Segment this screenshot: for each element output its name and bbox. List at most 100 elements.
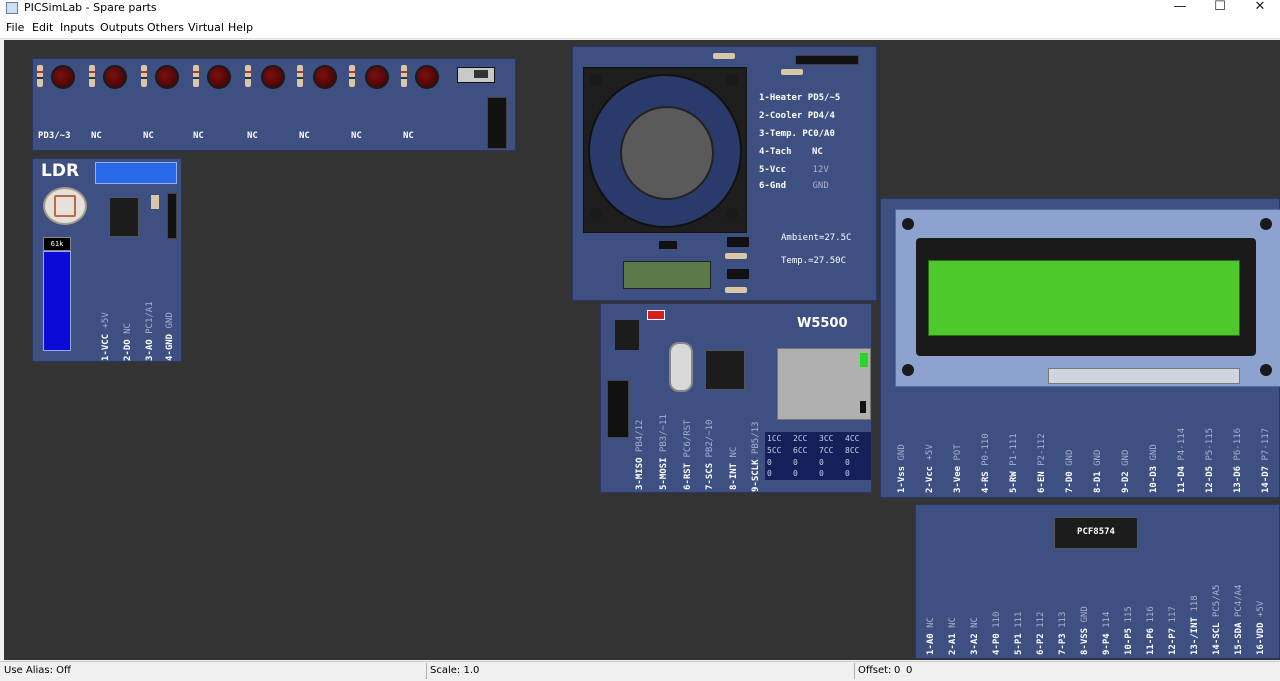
menu-bar: File Edit Inputs Outputs Others Virtual … [0,18,1280,39]
led-label: PD3/~3 [38,131,71,141]
socket-value: 0 [793,458,798,467]
workspace[interactable]: PD3/~3 NC NC NC NC NC NC NC LDR 61k 1-VC… [4,40,1280,660]
socket-header: 8CC [845,446,860,455]
led-4[interactable] [207,65,231,89]
resistor [781,69,803,75]
ldr-board[interactable]: LDR 61k 1-VCC +5V 2-DO NC 3-AO PC1/A1 4-… [32,158,182,362]
led-1[interactable] [51,65,75,89]
led-3[interactable] [155,65,179,89]
led-bar-board[interactable]: PD3/~3 NC NC NC NC NC NC NC [32,58,516,151]
pcf-pin-15: 15-SDA PC4/A4 [1234,584,1244,655]
menu-help[interactable]: Help [228,21,253,34]
pcf8574-board[interactable]: PCF8574 1-A0 NC 2-A1 NC 3-A2 NC 4-P0 110… [915,504,1280,659]
led-label: NC [143,131,154,141]
lcd-pin-1: 1-Vss GND [897,444,907,493]
menu-file[interactable]: File [6,21,24,34]
ldr-light-slider[interactable] [43,251,71,351]
resistor [725,253,747,259]
offset-label: Offset: [858,665,892,676]
pin-header [607,380,629,438]
socket-value: 0 [845,469,850,478]
resistor [37,65,43,87]
w5500-title: W5500 [797,316,848,331]
led-label: NC [91,131,102,141]
menu-virtual[interactable]: Virtual [188,21,224,34]
w5500-pin-3: 3-MISO PB4/12 [635,419,645,490]
fan-pin-4: 4-Tach NC [759,147,823,157]
lcd-pin-4: 4-RS P0-110 [981,433,991,493]
socket-header: 2CC [793,434,808,443]
lcd-pin-10: 10-D3 GND [1149,444,1159,493]
led-label: NC [351,131,362,141]
lcd-pin-3: 3-Vee POT [953,444,963,493]
pin-header [167,193,177,239]
slide-switch[interactable] [457,67,495,83]
resistor [193,65,199,87]
menu-outputs[interactable]: Outputs [100,21,144,34]
ldr-pin-4: 4-GND GND [165,312,175,361]
pcf-pin-9: 9-P4 114 [1102,611,1112,655]
menu-edit[interactable]: Edit [32,21,53,34]
fan-pin-2: 2-Cooler PD4/4 [759,111,835,121]
maximize-button[interactable]: ☐ [1198,0,1242,16]
socket-value: 0 [767,458,772,467]
pcf-pin-1: 1-A0 NC [926,617,936,655]
socket-header: 6CC [793,446,808,455]
socket-header: 5CC [767,446,782,455]
minimize-button[interactable]: — [1158,0,1202,16]
status-led [647,310,665,320]
menu-inputs[interactable]: Inputs [60,21,94,34]
w5500-board[interactable]: W5500 3-MISO PB4/12 5-MOSI PB3/~11 6-RST… [600,303,872,493]
resistor [713,53,735,59]
alias-status: Use Alias: Off [4,665,71,676]
socket-value: 0 [819,458,824,467]
status-divider [426,663,427,679]
pcf-pin-13: 13-/INT 118 [1190,595,1200,655]
led-label: NC [193,131,204,141]
resistor [725,287,747,293]
pcf-pin-5: 5-P1 111 [1014,611,1024,655]
status-divider [854,663,855,679]
fan-icon[interactable] [583,67,747,233]
fan-heater-board[interactable]: 1-Heater PD5/~5 2-Cooler PD4/4 3-Temp. P… [572,46,877,301]
w5500-chip [705,350,745,390]
led-6[interactable] [313,65,337,89]
resistor [89,65,95,87]
transistor [727,269,749,279]
w5500-pin-5: 5-MOSI PB3/~11 [659,414,669,490]
ldr-title: LDR [41,161,80,181]
ldr-pin-3: 3-AO PC1/A1 [145,301,155,361]
ldr-potentiometer[interactable] [95,162,177,184]
app-icon [6,2,18,14]
w5500-pin-7: 7-SCS PB2/~10 [705,419,715,490]
pcf-pin-16: 16-VDD +5V [1256,600,1266,655]
led-7[interactable] [365,65,389,89]
lcd-board[interactable]: 1-Vss GND 2-Vcc +5V 3-Vee POT 4-RS P0-11… [880,198,1280,498]
menu-others[interactable]: Others [147,21,184,34]
crystal [669,342,693,392]
lcd-pin-14: 14-D7 P7-117 [1261,427,1271,493]
lcd-pin-5: 5-RW P1-111 [1009,433,1019,493]
window-title: PICSimLab - Spare parts [24,1,157,14]
pcf-pin-6: 6-P2 112 [1036,611,1046,655]
pcf-pin-7: 7-P3 113 [1058,611,1068,655]
regulator [615,320,639,350]
socket-value: 0 [845,458,850,467]
led-2[interactable] [103,65,127,89]
pcf-pin-8: 8-VSS GND [1080,606,1090,655]
lcd-frame [895,209,1280,387]
title-bar: PICSimLab - Spare parts — ☐ ✕ [0,0,1280,18]
sensor-temp: Temp.=27.50C [781,256,847,266]
socket-status-table: 1CC 2CC 3CC 4CC 5CC 6CC 7CC 8CC 0 0 0 0 … [765,432,871,480]
status-bar: Use Alias: Off Scale: 1.0 Offset: 0 0 [0,661,1280,681]
fan-pin-6: 6-Gnd GND [759,181,829,191]
offset-y: 0 [906,665,913,676]
led-8[interactable] [415,65,439,89]
led-5[interactable] [261,65,285,89]
lcd-pin-2: 2-Vcc +5V [925,444,935,493]
lcd-screen [928,260,1240,336]
led-label: NC [247,131,258,141]
scale-status: Scale: 1.0 [430,665,480,676]
close-button[interactable]: ✕ [1238,0,1280,16]
offset-x: 0 [894,665,901,676]
